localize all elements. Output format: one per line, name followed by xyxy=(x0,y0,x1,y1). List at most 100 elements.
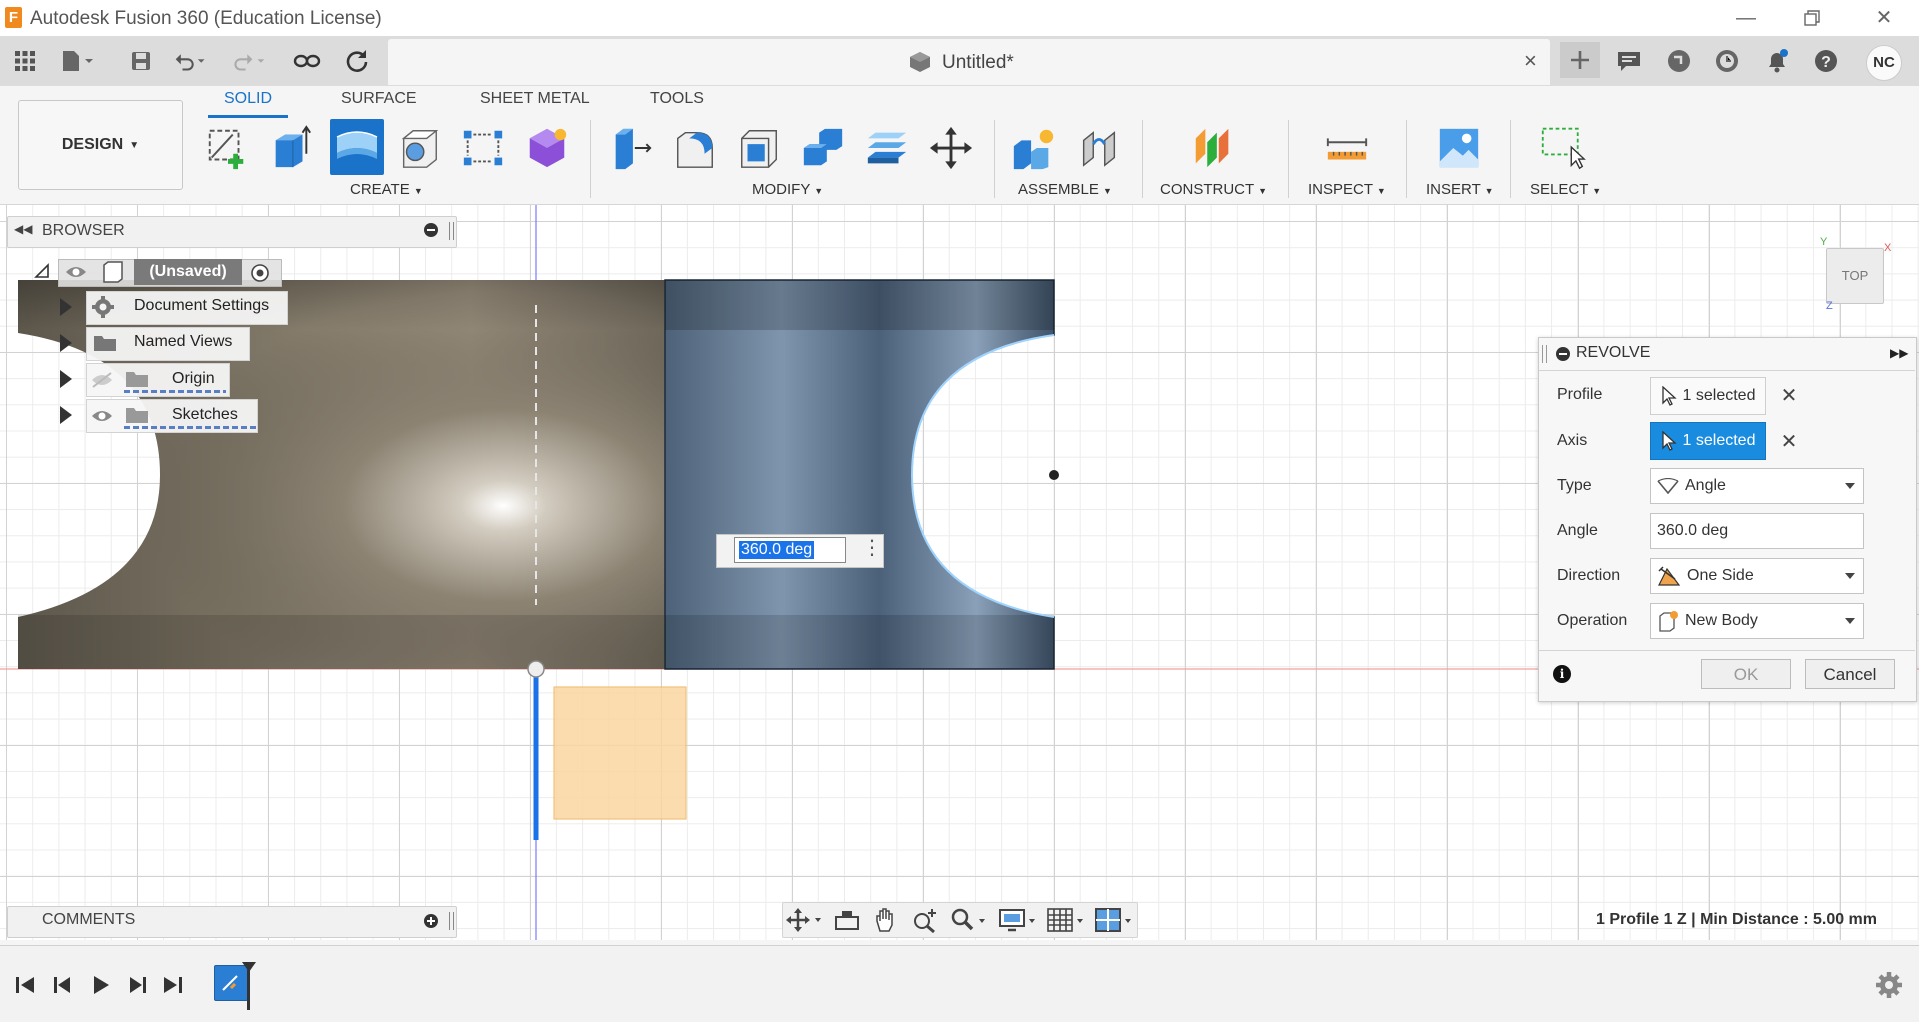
file-icon[interactable] xyxy=(60,45,94,77)
save-icon[interactable] xyxy=(124,45,158,77)
expand-arrow-icon[interactable] xyxy=(60,406,72,424)
tab-solid[interactable]: SOLID xyxy=(224,90,272,108)
eye-icon[interactable] xyxy=(90,407,114,430)
inspect-menu[interactable]: INSPECT ▼ xyxy=(1308,181,1386,198)
collapse-tree-icon[interactable] xyxy=(34,263,50,284)
axis-y-label: Y xyxy=(1820,236,1828,248)
panel-resize-handle[interactable] xyxy=(449,222,454,240)
panel-resize-handle[interactable] xyxy=(449,912,454,930)
construct-menu[interactable]: CONSTRUCT ▼ xyxy=(1160,181,1267,198)
tab-surface[interactable]: SURFACE xyxy=(341,90,417,108)
angle-input[interactable]: 360.0 deg xyxy=(1650,513,1864,549)
view-cube[interactable]: TOP xyxy=(1826,248,1884,304)
go-to-start-icon[interactable] xyxy=(14,974,36,1001)
create-sketch-icon[interactable] xyxy=(204,122,250,174)
extrude-icon[interactable] xyxy=(268,122,314,174)
hole-icon[interactable] xyxy=(396,122,442,174)
new-component-icon[interactable] xyxy=(1010,122,1056,174)
minimize-dialog-icon[interactable] xyxy=(1556,347,1570,361)
user-avatar[interactable]: NC xyxy=(1866,45,1902,81)
look-at-icon[interactable] xyxy=(834,909,860,936)
measure-icon[interactable] xyxy=(1324,122,1370,174)
collapse-panel-icon[interactable]: ◀◀ xyxy=(14,222,32,236)
eye-icon[interactable] xyxy=(64,263,88,286)
chevron-down-icon: ▼ xyxy=(129,139,140,151)
pan-icon[interactable] xyxy=(874,907,898,938)
gear-icon[interactable] xyxy=(1876,972,1902,1003)
insert-menu[interactable]: INSERT ▼ xyxy=(1426,181,1494,198)
window-title: Autodesk Fusion 360 (Education License) xyxy=(30,8,382,29)
add-comment-icon[interactable] xyxy=(424,914,438,928)
pattern-icon[interactable] xyxy=(460,122,506,174)
tab-sheet-metal[interactable]: SHEET METAL xyxy=(480,90,590,108)
type-select[interactable]: Angle xyxy=(1650,468,1864,504)
minimize-panel-icon[interactable] xyxy=(424,223,438,237)
combine-icon[interactable] xyxy=(800,122,846,174)
step-back-icon[interactable] xyxy=(52,974,74,1001)
expand-arrow-icon[interactable] xyxy=(60,334,72,352)
create-form-icon[interactable] xyxy=(524,122,570,174)
select-menu[interactable]: SELECT ▼ xyxy=(1530,181,1601,198)
timeline-sketch-feature[interactable] xyxy=(214,965,248,1001)
joint-icon[interactable] xyxy=(1076,122,1122,174)
zoom-icon[interactable] xyxy=(950,907,988,938)
info-icon[interactable]: i xyxy=(1553,665,1571,683)
refresh-icon[interactable] xyxy=(340,45,374,77)
help-icon[interactable]: ? xyxy=(1809,45,1843,77)
redo-icon[interactable] xyxy=(232,45,266,77)
link-icon[interactable] xyxy=(290,45,324,77)
new-tab-icon[interactable] xyxy=(1560,42,1600,78)
job-status-icon[interactable] xyxy=(1710,45,1744,77)
play-icon[interactable] xyxy=(90,974,112,1001)
undo-icon[interactable] xyxy=(174,45,208,77)
dialog-drag-handle[interactable] xyxy=(1542,345,1547,363)
create-menu[interactable]: CREATE ▼ xyxy=(350,181,423,198)
profile-label: Profile xyxy=(1557,386,1603,403)
profile-selection-button[interactable]: 1 selected xyxy=(1650,377,1766,415)
chat-icon[interactable] xyxy=(1612,45,1646,77)
direction-select[interactable]: One Side xyxy=(1650,558,1864,594)
eye-hidden-icon[interactable] xyxy=(90,371,114,394)
notifications-icon[interactable] xyxy=(1760,45,1794,77)
axis-x-label: X xyxy=(1884,242,1892,254)
grid-settings-icon[interactable] xyxy=(1046,907,1086,938)
revolve-icon[interactable] xyxy=(330,119,384,175)
insert-image-icon[interactable] xyxy=(1436,122,1482,174)
clear-profile-icon[interactable]: ✕ xyxy=(1778,385,1800,407)
restore-icon[interactable] xyxy=(1790,2,1834,34)
move-copy-icon[interactable] xyxy=(928,122,974,174)
viewports-icon[interactable] xyxy=(1094,907,1134,938)
window-select-icon[interactable] xyxy=(1540,122,1586,174)
orbit-icon[interactable] xyxy=(786,908,824,937)
minimize-icon[interactable]: — xyxy=(1724,2,1768,34)
workspace-switcher[interactable]: DESIGN ▼ xyxy=(18,100,183,190)
display-settings-icon[interactable] xyxy=(998,907,1038,938)
close-tab-icon[interactable]: × xyxy=(1524,48,1537,74)
expand-dialog-icon[interactable]: ▶▶ xyxy=(1890,346,1908,360)
chevron-down-icon xyxy=(1845,483,1855,489)
cancel-button[interactable]: Cancel xyxy=(1805,659,1895,689)
tab-tools[interactable]: TOOLS xyxy=(650,90,704,108)
axis-selection-button[interactable]: 1 selected xyxy=(1650,422,1766,460)
clear-axis-icon[interactable]: ✕ xyxy=(1778,431,1800,453)
fillet-icon[interactable] xyxy=(672,122,718,174)
operation-select[interactable]: New Body xyxy=(1650,603,1864,639)
assemble-menu[interactable]: ASSEMBLE ▼ xyxy=(1018,181,1112,198)
apps-grid-icon[interactable] xyxy=(8,45,42,77)
more-options-icon[interactable]: ⋮ xyxy=(862,538,882,558)
step-forward-icon[interactable] xyxy=(126,974,148,1001)
activate-radio-icon[interactable] xyxy=(250,263,270,288)
extensions-icon[interactable] xyxy=(1662,45,1696,77)
go-to-end-icon[interactable] xyxy=(162,974,184,1001)
offset-plane-icon[interactable] xyxy=(1190,122,1236,174)
expand-arrow-icon[interactable] xyxy=(60,298,72,316)
zoom-window-icon[interactable] xyxy=(912,907,938,938)
offset-face-icon[interactable] xyxy=(864,122,910,174)
modify-menu[interactable]: MODIFY ▼ xyxy=(752,181,823,198)
angle-manipulator-input[interactable]: 360.0 deg xyxy=(734,537,846,563)
ok-button[interactable]: OK xyxy=(1701,659,1791,689)
close-icon[interactable]: ✕ xyxy=(1862,2,1906,34)
expand-arrow-icon[interactable] xyxy=(60,370,72,388)
shell-icon[interactable] xyxy=(736,122,782,174)
press-pull-icon[interactable] xyxy=(608,122,654,174)
